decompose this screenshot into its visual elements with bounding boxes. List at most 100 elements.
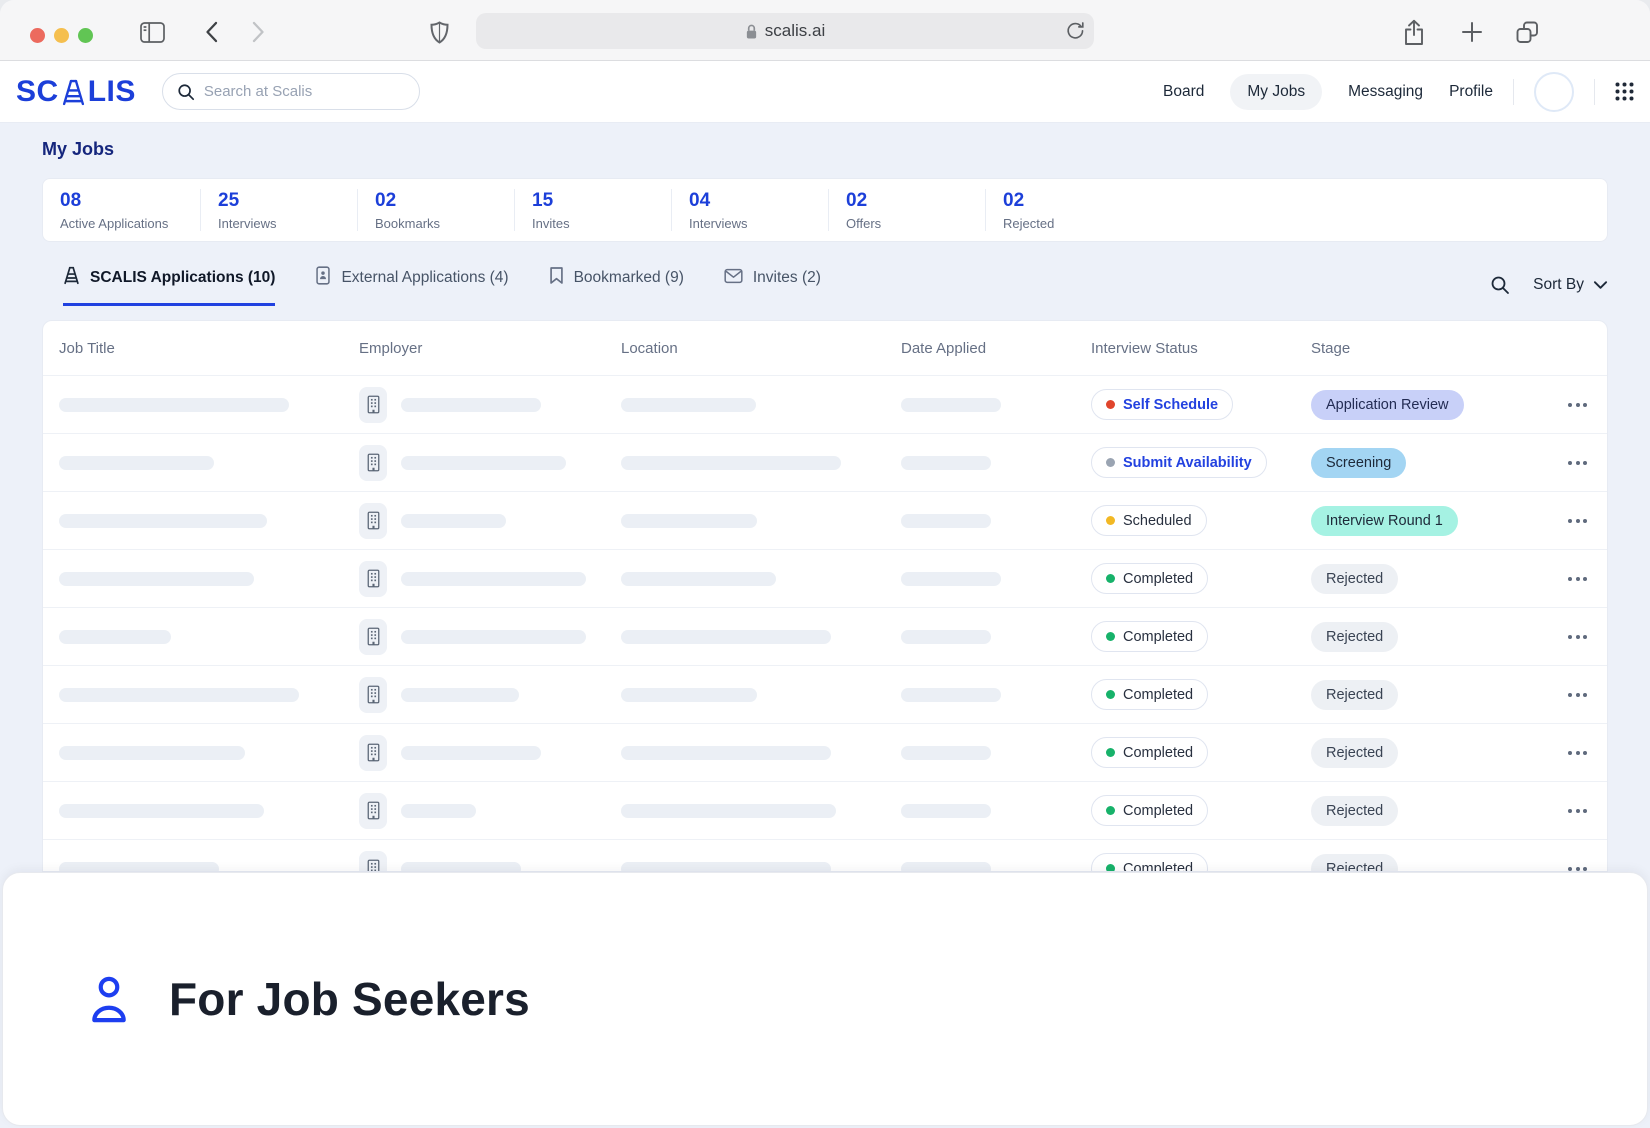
minimize-window-button[interactable] [54, 28, 69, 43]
stage-badge: Rejected [1311, 564, 1398, 594]
table-row[interactable]: Completed Rejected [43, 549, 1607, 607]
row-actions-button[interactable] [1564, 513, 1591, 529]
column-header-employer: Employer [359, 340, 621, 357]
date-applied-placeholder [901, 572, 1001, 586]
tab-scalis-applications[interactable]: SCALIS Applications (10) [63, 266, 275, 306]
job-title-placeholder [59, 804, 264, 818]
stat-label: Offers [846, 216, 985, 231]
nav-divider [1594, 79, 1595, 105]
scalis-logo[interactable]: SC LIS [16, 77, 136, 107]
search-icon [177, 83, 195, 101]
nav-item-board[interactable]: Board [1163, 74, 1204, 110]
row-actions-button[interactable] [1564, 803, 1591, 819]
page-title: My Jobs [42, 123, 1608, 160]
table-row[interactable]: Completed Rejected [43, 781, 1607, 839]
stat-interviews: 25Interviews [200, 189, 357, 231]
employer-placeholder [401, 398, 541, 412]
table-row[interactable]: Self Schedule Application Review [43, 375, 1607, 433]
stage-badge: Application Review [1311, 390, 1464, 420]
tab-invites[interactable]: Invites (2) [724, 266, 821, 306]
stats-bar: 08Active Applications25Interviews02Bookm… [42, 178, 1608, 242]
chevron-down-icon [1593, 280, 1608, 290]
row-actions-button[interactable] [1564, 629, 1591, 645]
table-row[interactable]: Completed Rejected [43, 607, 1607, 665]
tab-bookmarked[interactable]: Bookmarked (9) [549, 266, 684, 306]
apps-grid-icon[interactable] [1615, 82, 1634, 101]
search-input[interactable] [204, 83, 405, 100]
location-placeholder [621, 572, 776, 586]
ladder-icon [61, 79, 86, 106]
address-bar[interactable]: scalis.ai [476, 13, 1094, 49]
date-applied-placeholder [901, 862, 991, 873]
interview-status-badge: Completed [1091, 563, 1208, 594]
global-search[interactable] [162, 73, 420, 110]
employer-placeholder [401, 862, 521, 873]
row-actions-button[interactable] [1564, 861, 1591, 873]
share-icon[interactable] [1401, 19, 1427, 45]
stage-badge: Rejected [1311, 738, 1398, 768]
back-button[interactable] [198, 19, 224, 45]
stat-value: 02 [846, 190, 985, 212]
close-window-button[interactable] [30, 28, 45, 43]
stat-rejected: 02Rejected [985, 189, 1607, 231]
row-actions-button[interactable] [1564, 397, 1591, 413]
stat-invites: 15Invites [514, 189, 671, 231]
new-tab-icon[interactable] [1459, 19, 1485, 45]
zoom-window-button[interactable] [78, 28, 93, 43]
row-actions-button[interactable] [1564, 571, 1591, 587]
building-icon [359, 503, 387, 539]
interview-status-badge: Completed [1091, 621, 1208, 652]
shield-icon[interactable] [426, 19, 452, 45]
stage-badge: Rejected [1311, 854, 1398, 873]
table-row[interactable]: Completed Rejected [43, 723, 1607, 781]
table-row[interactable]: Scheduled Interview Round 1 [43, 491, 1607, 549]
forward-button[interactable] [245, 19, 271, 45]
person-icon [87, 972, 131, 1026]
stage-badge: Rejected [1311, 622, 1398, 652]
job-title-placeholder [59, 456, 214, 470]
nav-item-my-jobs[interactable]: My Jobs [1230, 74, 1322, 110]
date-applied-placeholder [901, 398, 1001, 412]
stat-value: 04 [689, 190, 828, 212]
row-actions-button[interactable] [1564, 455, 1591, 471]
bookmark-icon [549, 266, 564, 290]
table-row[interactable]: Completed Rejected [43, 839, 1607, 872]
date-applied-placeholder [901, 630, 991, 644]
stat-value: 25 [218, 190, 357, 212]
location-placeholder [621, 514, 757, 528]
table-search-icon[interactable] [1490, 275, 1510, 295]
nav-item-messaging[interactable]: Messaging [1348, 74, 1423, 110]
location-placeholder [621, 688, 757, 702]
table-row[interactable]: Submit Availability Screening [43, 433, 1607, 491]
panel-title: For Job Seekers [169, 972, 530, 1026]
interview-status-badge: Completed [1091, 679, 1208, 710]
sidebar-toggle-icon[interactable] [139, 19, 165, 45]
stage-badge: Screening [1311, 448, 1406, 478]
stat-label: Invites [532, 216, 671, 231]
location-placeholder [621, 456, 841, 470]
table-row[interactable]: Completed Rejected [43, 665, 1607, 723]
location-placeholder [621, 862, 831, 873]
avatar[interactable] [1534, 72, 1574, 112]
tab-label: Bookmarked (9) [574, 269, 684, 287]
employer-placeholder [401, 456, 566, 470]
location-placeholder [621, 630, 831, 644]
tab-external-applications[interactable]: External Applications (4) [315, 266, 508, 306]
nav-item-profile[interactable]: Profile [1449, 74, 1493, 110]
building-icon [359, 445, 387, 481]
tab-label: Invites (2) [753, 269, 821, 287]
row-actions-button[interactable] [1564, 745, 1591, 761]
sort-by-button[interactable]: Sort By [1533, 276, 1608, 294]
interview-status-badge: Completed [1091, 737, 1208, 768]
lock-icon [745, 23, 758, 40]
tab-overview-icon[interactable] [1514, 19, 1540, 45]
stage-badge: Rejected [1311, 680, 1398, 710]
interview-status-badge: Submit Availability [1091, 447, 1267, 478]
location-placeholder [621, 398, 756, 412]
date-applied-placeholder [901, 804, 991, 818]
location-placeholder [621, 746, 831, 760]
refresh-icon[interactable] [1065, 20, 1084, 41]
row-actions-button[interactable] [1564, 687, 1591, 703]
interview-status-badge: Scheduled [1091, 505, 1207, 536]
column-header-stage: Stage [1311, 340, 1546, 357]
